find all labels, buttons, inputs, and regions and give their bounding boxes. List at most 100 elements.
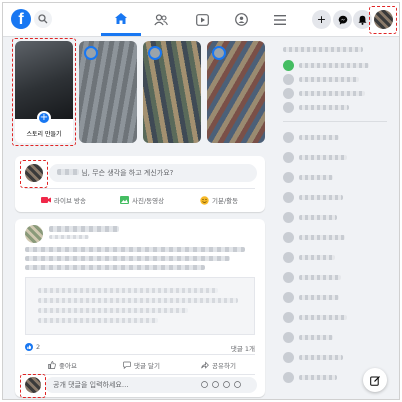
live-video-button[interactable]: 라이브 방송: [41, 192, 86, 208]
right-sidebar: [279, 39, 397, 399]
new-message-button[interactable]: [363, 368, 387, 392]
plus-icon: +: [316, 13, 327, 26]
comment-placeholder: 공개 댓글을 입력하세요...: [53, 381, 129, 389]
sidebar-item[interactable]: [283, 73, 359, 85]
tab-groups[interactable]: [221, 3, 261, 36]
blurred-username: [57, 169, 79, 175]
story-author-avatar: [212, 46, 226, 60]
groups-icon: [234, 13, 248, 26]
live-video-label: 라이브 방송: [54, 197, 86, 205]
blurred-post-text-line: [25, 256, 230, 261]
like-button[interactable]: 좋아요: [48, 357, 77, 373]
blurred-post-time: [49, 235, 89, 239]
share-icon: [201, 361, 209, 369]
like-reaction-icon: [25, 343, 33, 351]
contact-item[interactable]: [283, 351, 343, 363]
post-actions-divider-bottom: [25, 374, 255, 375]
tab-home[interactable]: [101, 3, 141, 36]
contact-item[interactable]: [283, 211, 337, 223]
tab-menu[interactable]: [260, 3, 300, 36]
blurred-post-text-line: [25, 265, 205, 270]
search-button[interactable]: [34, 10, 52, 28]
comment-avatar[interactable]: [25, 377, 41, 393]
tab-friends[interactable]: [141, 3, 181, 36]
contact-item[interactable]: [283, 251, 335, 263]
camera-icon[interactable]: [212, 381, 219, 388]
story-author-avatar: [84, 46, 98, 60]
sidebar-divider: [283, 121, 387, 122]
comment-icon: [123, 361, 131, 369]
search-icon: [38, 14, 48, 24]
share-label: 공유하기: [212, 362, 236, 370]
reaction-count: 2: [36, 343, 41, 351]
contact-item[interactable]: [283, 151, 347, 163]
feeling-activity-button[interactable]: 기분/활동: [200, 192, 238, 208]
blurred-preview-text: [38, 288, 218, 293]
messenger-icon: [338, 15, 347, 25]
post-author-avatar[interactable]: [25, 225, 43, 243]
sidebar-heading: [283, 43, 363, 55]
contact-item[interactable]: [283, 311, 347, 323]
tab-watch[interactable]: [182, 3, 222, 36]
like-label: 좋아요: [59, 362, 77, 370]
sidebar-item[interactable]: [283, 59, 369, 71]
create-story-label: 스토리 만들기: [26, 131, 62, 138]
feeling-icon: [200, 195, 209, 205]
photo-video-label: 사진/동영상: [132, 197, 165, 205]
create-button[interactable]: +: [312, 10, 331, 29]
contact-item[interactable]: [283, 271, 341, 283]
share-button[interactable]: 공유하기: [201, 357, 236, 373]
facebook-logo[interactable]: f: [11, 9, 31, 29]
composer-input[interactable]: 님, 무슨 생각을 하고 계신가요?: [49, 164, 257, 182]
sticker-icon[interactable]: [234, 381, 241, 388]
story-card[interactable]: [143, 41, 201, 143]
home-icon: [115, 12, 127, 24]
feed-post: 2 댓글 1개 좋아요 댓글 달기 공유하기 공개 댓글을 입력하세요...: [15, 219, 265, 397]
messenger-button[interactable]: [333, 10, 352, 29]
create-story-card[interactable]: + 스토리 만들기: [15, 41, 73, 143]
contact-item[interactable]: [283, 131, 339, 143]
story-card[interactable]: [207, 41, 265, 143]
blurred-author-name[interactable]: [49, 226, 119, 232]
blurred-preview-text: [38, 308, 188, 313]
contact-item[interactable]: [283, 371, 337, 383]
facebook-window: f + + 스토리 만들기 님, 무슨 생각을 하고 계신가요? 라이브 방송 …: [2, 2, 400, 400]
gif-icon[interactable]: [223, 381, 230, 388]
emoji-icon[interactable]: [201, 381, 208, 388]
friends-icon: [154, 13, 168, 25]
like-icon: [48, 361, 56, 369]
feeling-activity-label: 기분/활동: [212, 197, 239, 205]
contact-item[interactable]: [283, 291, 339, 303]
compose-message-icon: [369, 375, 380, 386]
comment-button[interactable]: 댓글 달기: [123, 357, 160, 373]
sidebar-item[interactable]: [283, 87, 365, 99]
story-author-avatar: [148, 46, 162, 60]
post-composer: 님, 무슨 생각을 하고 계신가요? 라이브 방송 사진/동영상 기분/활동: [15, 156, 265, 212]
account-avatar[interactable]: [374, 10, 393, 29]
blurred-preview-text: [38, 298, 238, 303]
top-navigation-bar: f +: [3, 3, 399, 37]
composer-avatar[interactable]: [25, 164, 43, 182]
notifications-button[interactable]: [353, 10, 372, 29]
composer-placeholder: 님, 무슨 생각을 하고 계신가요?: [81, 169, 174, 177]
shared-content-preview[interactable]: [25, 277, 255, 335]
post-actions-divider-top: [25, 354, 255, 355]
photo-video-icon: [120, 196, 129, 204]
comment-label: 댓글 달기: [134, 362, 160, 370]
live-video-icon: [41, 197, 51, 203]
blurred-post-text-line: [25, 247, 245, 252]
comment-input-tools: [201, 381, 241, 388]
comment-count[interactable]: 댓글 1개: [231, 343, 255, 353]
photo-video-button[interactable]: 사진/동영상: [120, 192, 164, 208]
composer-divider: [25, 188, 255, 189]
story-card[interactable]: [79, 41, 137, 143]
contact-item[interactable]: [283, 331, 333, 343]
sidebar-item[interactable]: [283, 101, 349, 113]
bell-icon: [358, 15, 367, 25]
add-story-plus-icon: +: [37, 111, 51, 125]
hamburger-menu-icon: [274, 14, 286, 25]
contact-item[interactable]: [283, 171, 333, 183]
reaction-summary[interactable]: 2: [25, 343, 40, 351]
contact-item[interactable]: [283, 191, 343, 203]
contact-item[interactable]: [283, 231, 345, 243]
